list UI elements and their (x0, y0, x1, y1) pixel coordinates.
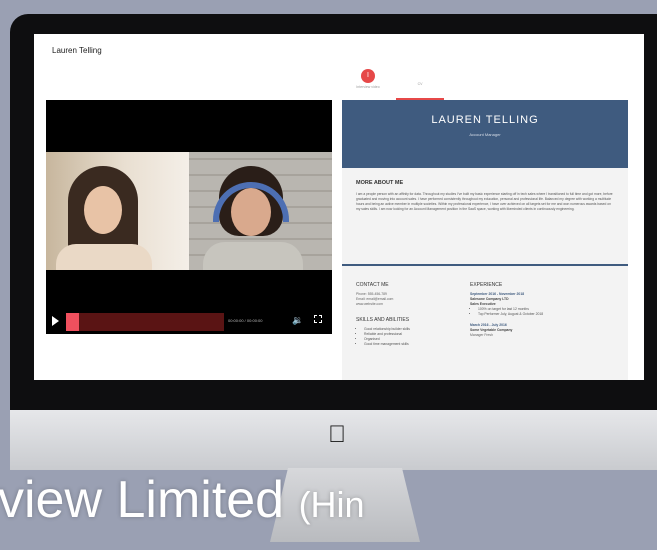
play-icon[interactable] (52, 316, 59, 326)
volume-icon[interactable]: 🔉 (292, 315, 303, 325)
candidate-name-title: Lauren Telling (52, 46, 102, 55)
about-heading: MORE ABOUT ME (356, 180, 404, 186)
skills-section: SKILLS AND ABILITIES Good relationship b… (356, 317, 466, 347)
candidate-body (56, 244, 152, 270)
experience-heading: EXPERIENCE (470, 282, 503, 288)
fullscreen-icon[interactable] (314, 315, 322, 323)
progress-bar[interactable] (66, 313, 224, 331)
resume-document: LAUREN TELLING Account Manager MORE ABOU… (342, 100, 628, 380)
video-feed-interviewer (189, 152, 332, 270)
tab-label: CV (417, 82, 423, 86)
tab-cv[interactable]: CV (396, 64, 444, 100)
video-controls: 00:00:00 / 00:00:00 🔉 (46, 308, 332, 334)
watermark-suffix: (Hin (298, 484, 365, 525)
resume-left-column: CONTACT ME Phone: 555-456-789 Email: ema… (356, 282, 466, 347)
interviewer-body (203, 242, 303, 270)
skill-item: Good time management skills (364, 342, 466, 347)
resume-right-column: EXPERIENCE September 2016 - November 201… (470, 282, 620, 338)
watermark-main: view Limited (0, 471, 299, 529)
contact-heading: CONTACT ME (356, 282, 389, 288)
progress-fill (66, 313, 79, 331)
time-readout: 00:00:00 / 00:00:00 (228, 318, 263, 323)
apple-logo-icon:  (324, 422, 350, 448)
job-points: 100% on target for last 12 months Top Pe… (470, 307, 620, 317)
tab-bar: I Interview video CV (344, 64, 464, 100)
contact-website: www.website.com (356, 302, 383, 306)
video-feed-candidate (46, 152, 189, 270)
watermark-text: view Limited (Hin (0, 455, 657, 545)
section-divider (342, 264, 628, 266)
video-tab-icon: I (361, 69, 375, 83)
tab-interview-video[interactable]: I Interview video (344, 64, 392, 100)
resume-name: LAUREN TELLING (431, 114, 539, 126)
skills-heading: SKILLS AND ABILITIES (356, 317, 410, 323)
resume-header: LAUREN TELLING Account Manager (342, 100, 628, 168)
app-screen: Lauren Telling I Interview video CV 00:0… (34, 34, 644, 380)
candidate-face (84, 186, 122, 234)
about-text: I am a people person with an affinity fo… (356, 192, 613, 211)
job-position: Manager Fresh (470, 333, 493, 337)
resume-role: Account Manager (469, 132, 501, 137)
video-player[interactable]: 00:00:00 / 00:00:00 🔉 (46, 100, 332, 334)
tab-label: Interview video (356, 85, 380, 89)
skills-list: Good relationship builder skills Reliabl… (356, 327, 466, 347)
